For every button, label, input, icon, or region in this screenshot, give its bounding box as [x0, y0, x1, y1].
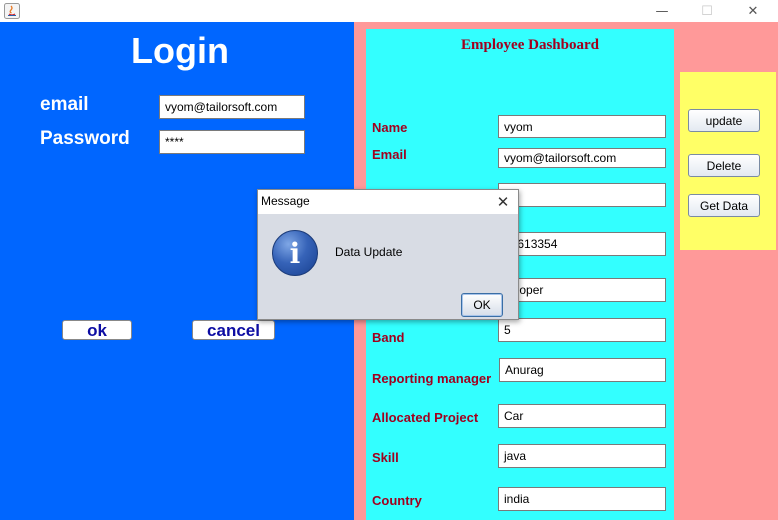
- minimize-button[interactable]: —: [640, 0, 684, 22]
- skill-field[interactable]: java: [498, 444, 666, 468]
- skill-label: Skill: [372, 450, 399, 465]
- band-field[interactable]: 5: [498, 318, 666, 342]
- info-icon: i: [272, 230, 318, 276]
- dialog-body: i Data Update OK: [258, 214, 518, 319]
- dialog-title: Message: [261, 194, 310, 208]
- country-label: Country: [372, 493, 422, 508]
- allocated-project-field[interactable]: Car: [498, 404, 666, 428]
- dialog-message: Data Update: [335, 245, 403, 259]
- phone-field[interactable]: 34: [498, 183, 666, 207]
- password-label: Password: [40, 128, 130, 149]
- email-field[interactable]: vyom@tailorsoft.com: [498, 148, 666, 168]
- country-field[interactable]: india: [498, 487, 666, 511]
- update-button[interactable]: update: [688, 109, 760, 132]
- maximize-button[interactable]: ☐: [685, 0, 729, 22]
- email-field-label: Email: [372, 147, 407, 162]
- dialog-close-button[interactable]: ✕: [492, 191, 514, 213]
- login-ok-button[interactable]: ok: [62, 320, 132, 340]
- designation-field[interactable]: veloper: [498, 278, 666, 302]
- allocated-project-label: Allocated Project: [372, 410, 479, 425]
- login-password-field[interactable]: ****: [159, 130, 305, 154]
- name-field[interactable]: vyom: [498, 115, 666, 138]
- get-data-button[interactable]: Get Data: [688, 194, 760, 217]
- login-title: Login: [131, 30, 229, 71]
- band-label: Band: [372, 330, 405, 345]
- java-app-icon: [4, 3, 20, 19]
- dialog-ok-button[interactable]: OK: [461, 293, 503, 317]
- login-cancel-button[interactable]: cancel: [192, 320, 275, 340]
- reporting-manager-field[interactable]: Anurag: [499, 358, 666, 382]
- login-email-field[interactable]: vyom@tailorsoft.com: [159, 95, 305, 119]
- mobile-field[interactable]: 15613354: [498, 232, 666, 256]
- message-dialog: Message ✕ i Data Update OK: [257, 189, 519, 320]
- delete-button[interactable]: Delete: [688, 154, 760, 177]
- dashboard-title: Employee Dashboard: [461, 37, 599, 53]
- close-window-button[interactable]: ✕: [731, 0, 775, 22]
- email-label: email: [40, 94, 89, 115]
- name-label: Name: [372, 120, 408, 135]
- reporting-manager-label: Reporting manager: [372, 371, 492, 386]
